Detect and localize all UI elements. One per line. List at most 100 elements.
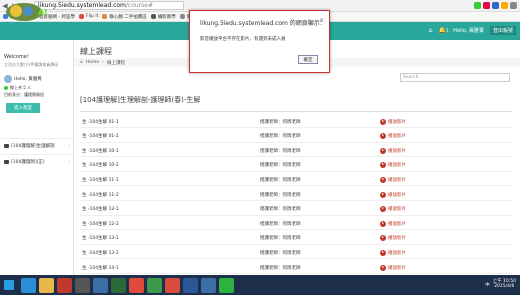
ie-icon[interactable] bbox=[21, 277, 36, 293]
sidebar-item-course-2[interactable]: [104護理師](正) ‹ bbox=[0, 154, 74, 168]
sidebar-item-label: [104護理師](正) bbox=[11, 159, 45, 165]
lesson-name: 生 -104生解 14-1 bbox=[82, 265, 119, 271]
app11-icon[interactable] bbox=[201, 277, 216, 293]
breadcrumb-current: 線上課程 bbox=[106, 60, 125, 66]
play-video-button[interactable]: 播放影片 bbox=[380, 206, 406, 213]
play-label: 播放影片 bbox=[388, 250, 406, 256]
app5-icon[interactable] bbox=[93, 277, 108, 293]
table-row: 生 -104生解 11-1 授課老師：何周老師 播放影片 bbox=[80, 174, 512, 187]
main-content: 線上課程 ⌂ Home › 線上課程 Search [104護理解]生理解剖-護… bbox=[74, 40, 520, 275]
app9-icon[interactable] bbox=[165, 277, 180, 293]
play-icon bbox=[380, 133, 386, 140]
bell-icon[interactable]: 🔔 1 bbox=[439, 27, 449, 34]
play-icon bbox=[380, 249, 386, 256]
current-role: 目前身分：護理實務班 bbox=[4, 92, 44, 97]
start-button[interactable] bbox=[0, 276, 18, 294]
bookmark-item[interactable]: Flip it bbox=[78, 14, 99, 19]
clock[interactable]: 上午 10:50 2015/4/6 bbox=[493, 279, 516, 290]
lesson-name: 生 -104生解 13-2 bbox=[82, 250, 119, 256]
play-icon bbox=[380, 118, 386, 125]
bookmark-item[interactable]: 攝影教學 bbox=[150, 14, 176, 20]
word-icon[interactable] bbox=[183, 277, 198, 293]
play-label: 播放影片 bbox=[388, 221, 406, 227]
bookmark-item[interactable]: 聯心翻 二手拍賣區 bbox=[102, 14, 147, 20]
folder-icon bbox=[4, 143, 9, 148]
play-label: 播放影片 bbox=[388, 192, 406, 198]
ok-button[interactable]: 確定 bbox=[298, 55, 318, 64]
home-icon[interactable]: ⌂ bbox=[427, 27, 434, 34]
sidebar-user: Hello, 黃雅菁 bbox=[4, 75, 42, 83]
online-dot-icon bbox=[4, 86, 8, 90]
play-video-button[interactable]: 播放影片 bbox=[380, 162, 406, 169]
lesson-name: 生 -104生解 01-1 bbox=[82, 119, 119, 125]
table-row: 生 -104生解 13-2 授課老師：何周老師 播放影片 bbox=[80, 247, 512, 260]
bookmark-label: 攝影教學 bbox=[157, 14, 176, 20]
play-video-button[interactable]: 播放影片 bbox=[380, 133, 406, 140]
extension-icon[interactable] bbox=[492, 2, 499, 9]
search-input[interactable]: Search bbox=[400, 73, 510, 82]
app8-icon[interactable] bbox=[147, 277, 162, 293]
play-video-button[interactable]: 播放影片 bbox=[380, 147, 406, 154]
close-icon[interactable]: × bbox=[319, 17, 324, 24]
lesson-name: 生 -104生解 12-2 bbox=[82, 221, 119, 227]
lesson-name: 生 -104生解 11-1 bbox=[82, 177, 119, 183]
dialog-title: likung.5iedu.systemlead.com 的網頁顯示： bbox=[200, 20, 326, 27]
play-label: 播放影片 bbox=[388, 163, 406, 169]
lesson-teacher: 授課老師：何周老師 bbox=[260, 192, 301, 198]
url-path: /course# bbox=[125, 2, 154, 9]
play-video-button[interactable]: 播放影片 bbox=[380, 249, 406, 256]
sidebar-item-course-1[interactable]: [104護理解]生理解剖 ‹ bbox=[0, 138, 74, 152]
media-icon[interactable] bbox=[57, 277, 72, 293]
dialog-message: 影音播放平台不存在影片，有遇到未成人員 bbox=[200, 37, 286, 42]
play-video-button[interactable]: 播放影片 bbox=[380, 176, 406, 183]
enter-classroom-button[interactable]: 進入教室 bbox=[6, 103, 40, 113]
app12-icon[interactable] bbox=[219, 277, 234, 293]
online-text: 線上共 5 人 bbox=[10, 85, 32, 90]
extension-icon[interactable] bbox=[501, 2, 508, 9]
play-label: 播放影片 bbox=[388, 207, 406, 213]
play-video-button[interactable]: 播放影片 bbox=[380, 220, 406, 227]
system-tray: 中 上午 10:50 2015/4/6 bbox=[485, 279, 520, 290]
table-row: 生 -104生解 14-1 授課老師：何周老師 播放影片 bbox=[80, 262, 512, 274]
breadcrumb-home[interactable]: Home bbox=[86, 60, 99, 65]
language-indicator[interactable]: 中 bbox=[485, 282, 490, 288]
extension-icon[interactable] bbox=[483, 2, 490, 9]
explorer-icon[interactable] bbox=[39, 277, 54, 293]
play-icon bbox=[380, 220, 386, 227]
chrome-icon[interactable] bbox=[129, 277, 144, 293]
menu-icon[interactable] bbox=[510, 2, 517, 9]
home-icon: ⌂ bbox=[80, 60, 83, 65]
logout-button[interactable]: 登出帳號 bbox=[489, 26, 516, 35]
chevron-left-icon: ‹ bbox=[68, 159, 70, 164]
windows-icon bbox=[4, 280, 14, 290]
play-video-button[interactable]: 播放影片 bbox=[380, 264, 406, 271]
bookmark-icon bbox=[102, 14, 108, 19]
notification-count: 1 bbox=[446, 28, 449, 33]
table-row: 生 -104生解 12-2 授課老師：何周老師 播放影片 bbox=[80, 218, 512, 231]
bookmark-label: Flip it bbox=[85, 14, 99, 19]
course-title: [104護理解]生理解剖-護理師(春)-生解 bbox=[80, 96, 201, 104]
play-label: 播放影片 bbox=[388, 119, 406, 125]
lesson-teacher: 授課老師：何周老師 bbox=[260, 207, 301, 213]
play-icon bbox=[380, 191, 386, 198]
divider bbox=[80, 111, 512, 112]
avatar bbox=[4, 75, 12, 83]
play-label: 播放影片 bbox=[388, 134, 406, 140]
lesson-teacher: 授課老師：何周老師 bbox=[260, 265, 301, 271]
site-logo[interactable]: AI bbox=[4, 1, 66, 25]
app4-icon[interactable] bbox=[75, 277, 90, 293]
extension-icon[interactable] bbox=[474, 2, 481, 9]
play-video-button[interactable]: 播放影片 bbox=[380, 191, 406, 198]
lesson-name: 生 -104生解 01-2 bbox=[82, 134, 119, 140]
taskbar: 中 上午 10:50 2015/4/6 bbox=[0, 275, 520, 295]
play-video-button[interactable]: 播放影片 bbox=[380, 235, 406, 242]
play-video-button[interactable]: 播放影片 bbox=[380, 118, 406, 125]
lesson-teacher: 授課老師：何周老師 bbox=[260, 148, 301, 154]
play-label: 播放影片 bbox=[388, 236, 406, 242]
svg-text:AI: AI bbox=[38, 8, 47, 17]
header-user[interactable]: Hello, 黃雅菁 bbox=[453, 27, 484, 34]
app6-icon[interactable] bbox=[111, 277, 126, 293]
lesson-teacher: 授課老師：何周老師 bbox=[260, 119, 301, 125]
bookmark-icon bbox=[150, 14, 156, 19]
table-row: 生 -104生解 01-1 授課老師：何周老師 播放影片 bbox=[80, 116, 512, 128]
